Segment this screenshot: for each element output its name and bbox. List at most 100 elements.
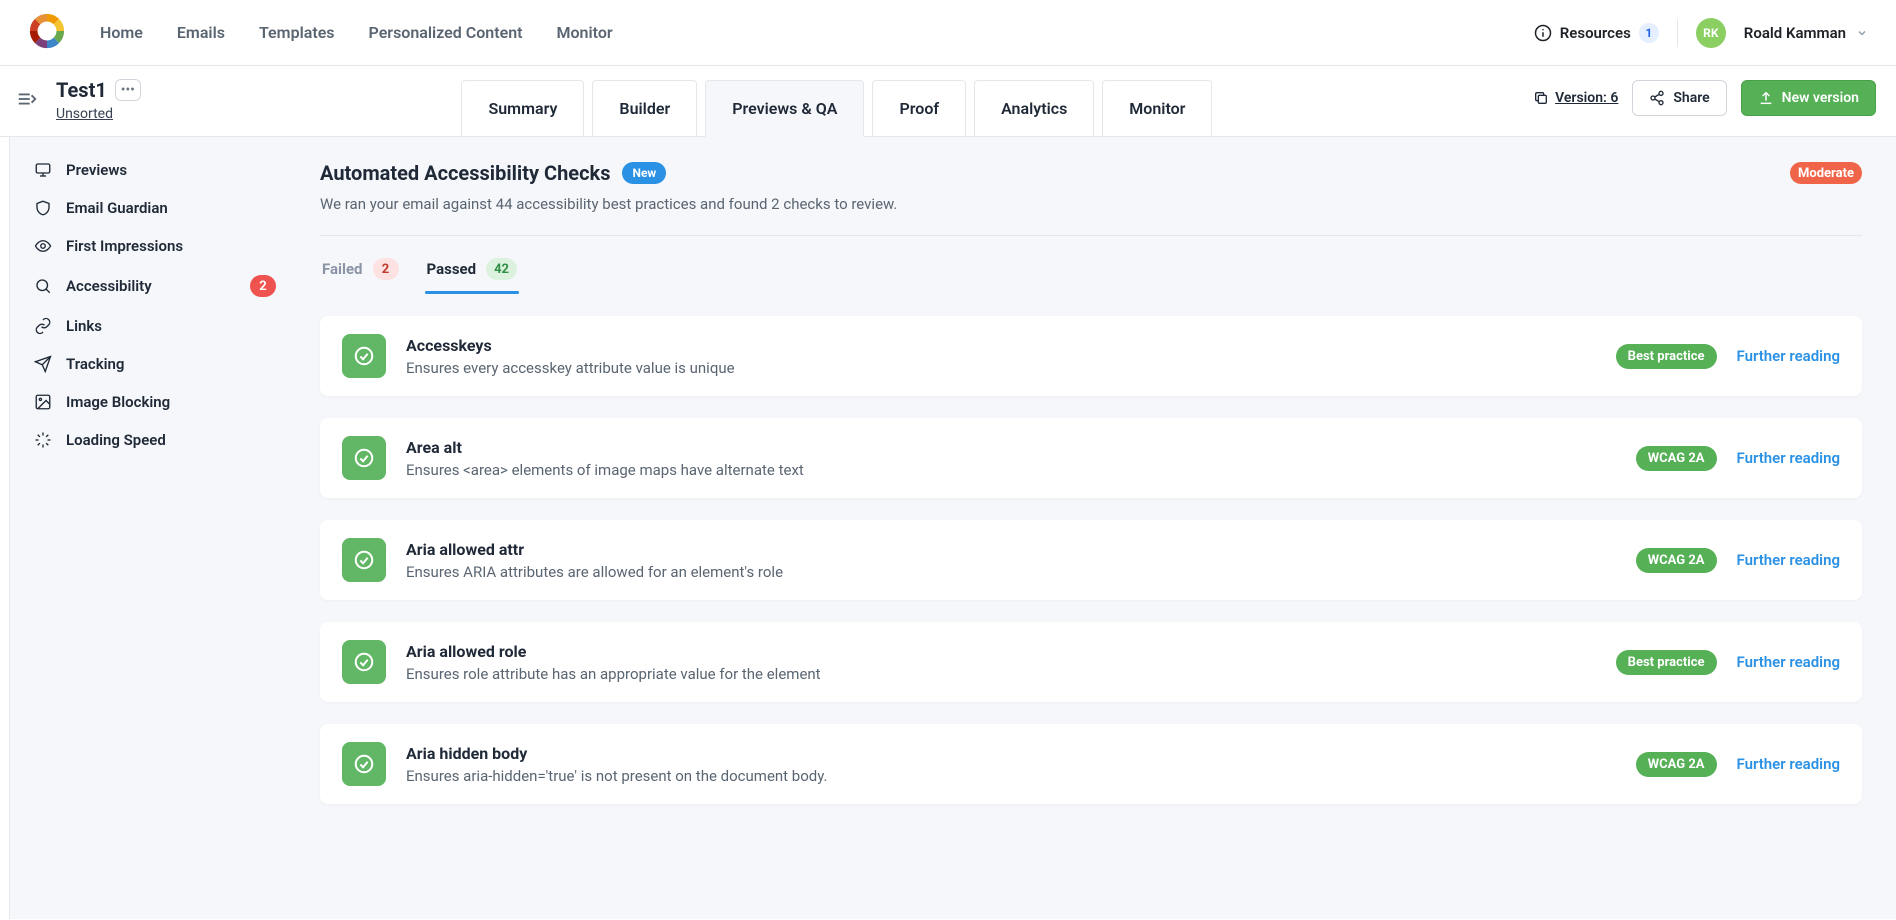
sidebar-toggle[interactable]	[10, 82, 44, 120]
check-body: AccesskeysEnsures every accesskey attrib…	[406, 336, 1596, 377]
tab-analytics[interactable]: Analytics	[974, 80, 1094, 136]
further-reading-link[interactable]: Further reading	[1737, 449, 1840, 467]
checks-list: AccesskeysEnsures every accesskey attrib…	[320, 316, 1862, 804]
spinner-icon	[34, 431, 52, 449]
check-right: Best practiceFurther reading	[1616, 650, 1840, 675]
sidebar-item-loading-speed[interactable]: Loading Speed	[10, 421, 300, 459]
tab-monitor[interactable]: Monitor	[1102, 80, 1212, 136]
app-logo[interactable]	[28, 12, 66, 54]
sidebar-item-first-impressions[interactable]: First Impressions	[10, 227, 300, 265]
tab-proof[interactable]: Proof	[872, 80, 966, 136]
further-reading-link[interactable]: Further reading	[1737, 755, 1840, 773]
section-header: Automated Accessibility Checks New Moder…	[320, 161, 1862, 185]
sidebar-item-label: Links	[66, 317, 102, 335]
check-tag: WCAG 2A	[1636, 752, 1717, 777]
check-title: Area alt	[406, 438, 1616, 457]
sidebar-item-image-blocking[interactable]: Image Blocking	[10, 383, 300, 421]
chevron-down-icon	[1856, 27, 1868, 39]
eye-icon	[34, 237, 52, 255]
resources-label: Resources	[1560, 24, 1631, 42]
folder-link[interactable]: Unsorted	[56, 106, 141, 122]
share-icon	[1649, 90, 1665, 106]
new-version-label: New version	[1782, 90, 1859, 106]
nav-monitor[interactable]: Monitor	[557, 23, 613, 42]
sidebar-item-label: Image Blocking	[66, 393, 170, 411]
check-pass-icon	[342, 640, 386, 684]
sidebar-item-links[interactable]: Links	[10, 307, 300, 345]
check-card: AccesskeysEnsures every accesskey attrib…	[320, 316, 1862, 396]
check-pass-icon	[342, 538, 386, 582]
sidebar-item-label: First Impressions	[66, 237, 183, 255]
nav-emails[interactable]: Emails	[177, 23, 225, 42]
upload-icon	[1758, 90, 1774, 106]
check-description: Ensures role attribute has an appropriat…	[406, 665, 1596, 683]
check-right: WCAG 2A Further reading	[1636, 548, 1840, 573]
sidebar-item-accessibility[interactable]: Accessibility 2	[10, 265, 300, 307]
sidebar-item-label: Email Guardian	[66, 199, 168, 217]
qa-sidebar: Previews Email Guardian First Impression…	[10, 137, 300, 919]
further-reading-link[interactable]: Further reading	[1737, 347, 1840, 365]
page-header-left: Test1 ••• Unsorted	[10, 78, 141, 136]
search-icon	[34, 277, 52, 295]
check-right: WCAG 2A Further reading	[1636, 752, 1840, 777]
sidebar-item-label: Tracking	[66, 355, 124, 373]
new-version-button[interactable]: New version	[1741, 80, 1876, 116]
check-pass-icon	[342, 742, 386, 786]
resources-button[interactable]: Resources 1	[1534, 23, 1659, 43]
shield-icon	[34, 199, 52, 217]
user-name-label: Roald Kamman	[1744, 24, 1846, 42]
nav-home[interactable]: Home	[100, 23, 143, 42]
page-header: Test1 ••• Unsorted Summary Builder Previ…	[0, 66, 1896, 137]
user-menu[interactable]: Roald Kamman	[1744, 24, 1868, 42]
tab-passed-label: Passed	[427, 260, 477, 278]
check-card: Area alt Ensures <area> elements of image…	[320, 418, 1862, 498]
check-title: Aria hidden body	[406, 744, 1616, 763]
title-block: Test1 ••• Unsorted	[56, 78, 141, 122]
link-icon	[34, 317, 52, 335]
top-nav-left: Home Emails Templates Personalized Conte…	[28, 12, 613, 54]
content: Automated Accessibility Checks New Moder…	[300, 137, 1896, 919]
section-description: We ran your email against 44 accessibili…	[320, 195, 1862, 213]
accessibility-badge: 2	[250, 275, 276, 297]
sidebar-item-label: Loading Speed	[66, 431, 166, 449]
check-description: Ensures ARIA attributes are allowed for …	[406, 563, 1616, 581]
check-tag: WCAG 2A	[1636, 548, 1717, 573]
tab-builder[interactable]: Builder	[592, 80, 697, 136]
check-title: Aria allowed role	[406, 642, 1596, 661]
sidebar-collapse-icon	[16, 88, 38, 110]
top-nav-right: Resources 1 RK Roald Kamman	[1534, 18, 1868, 48]
avatar[interactable]: RK	[1696, 18, 1726, 48]
share-button[interactable]: Share	[1632, 80, 1726, 116]
sidebar-item-email-guardian[interactable]: Email Guardian	[10, 189, 300, 227]
image-icon	[34, 393, 52, 411]
tab-failed[interactable]: Failed 2	[320, 252, 401, 294]
section-title: Automated Accessibility Checks	[320, 161, 610, 185]
version-link[interactable]: Version: 6	[1533, 90, 1618, 106]
check-pass-icon	[342, 436, 386, 480]
tab-summary[interactable]: Summary	[461, 80, 584, 136]
check-tag: Best practice	[1616, 344, 1717, 369]
further-reading-link[interactable]: Further reading	[1737, 551, 1840, 569]
nav-personalized-content[interactable]: Personalized Content	[369, 23, 523, 42]
check-card: Aria allowed attrEnsures ARIA attributes…	[320, 520, 1862, 600]
tab-previews-qa[interactable]: Previews & QA	[705, 80, 864, 137]
new-badge: New	[622, 162, 666, 184]
failed-count: 2	[373, 258, 399, 280]
sidebar-item-previews[interactable]: Previews	[10, 151, 300, 189]
check-right: Best practice Further reading	[1616, 344, 1840, 369]
further-reading-link[interactable]: Further reading	[1737, 653, 1840, 671]
more-options-button[interactable]: •••	[115, 79, 141, 101]
check-description: Ensures <area> elements of image maps ha…	[406, 461, 1616, 479]
sidebar-item-tracking[interactable]: Tracking	[10, 345, 300, 383]
page-title: Test1	[56, 78, 107, 102]
tab-passed[interactable]: Passed 42	[425, 252, 520, 294]
check-body: Aria hidden bodyEnsures aria-hidden='tru…	[406, 744, 1616, 785]
check-tag: WCAG 2A	[1636, 446, 1717, 471]
check-right: WCAG 2A Further reading	[1636, 446, 1840, 471]
send-icon	[34, 355, 52, 373]
sidebar-item-label: Previews	[66, 161, 127, 179]
nav-templates[interactable]: Templates	[259, 23, 335, 42]
check-body: Area alt Ensures <area> elements of image…	[406, 438, 1616, 479]
monitor-icon	[34, 161, 52, 179]
result-tabs: Failed 2 Passed 42	[320, 252, 1862, 294]
